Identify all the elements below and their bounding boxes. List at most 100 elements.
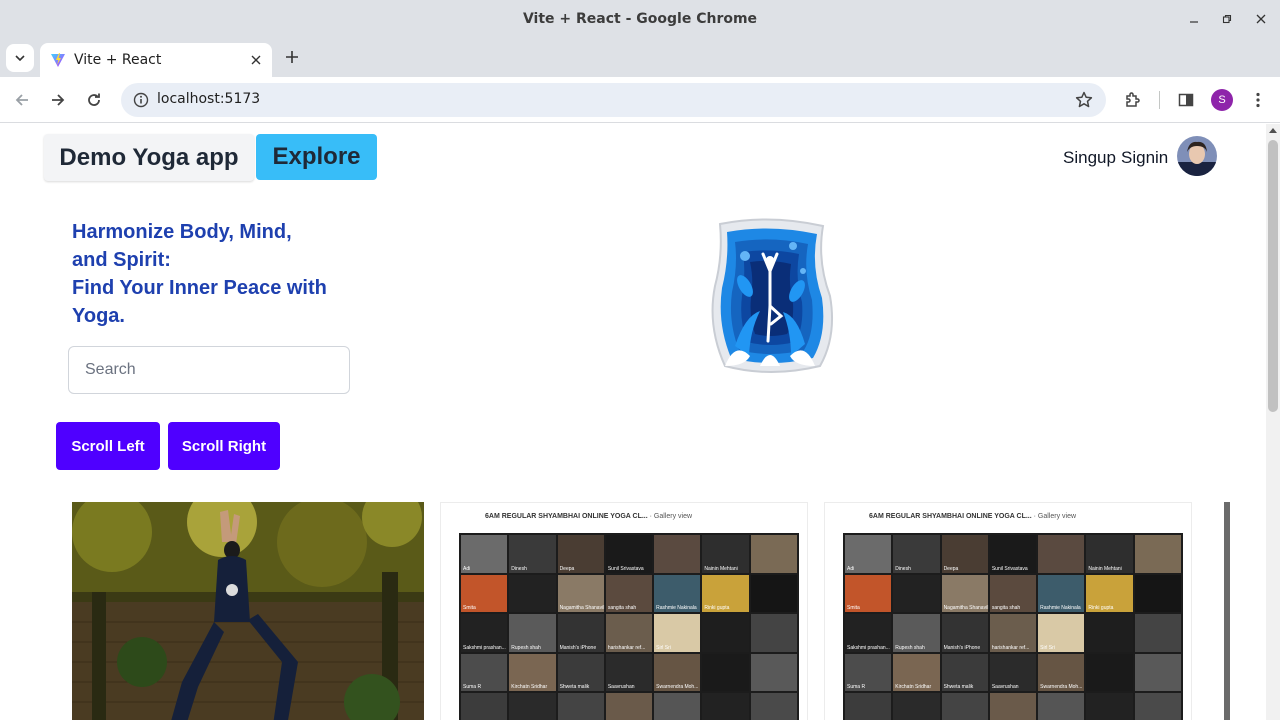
participant-tile: Suma R [845, 653, 892, 692]
page-scrollbar[interactable] [1266, 124, 1280, 720]
address-bar[interactable]: localhost:5173 [121, 83, 1106, 117]
participant-tile [1134, 614, 1181, 652]
participant-tile: Deepa [941, 535, 988, 573]
participant-name: Shweta malik [559, 684, 590, 691]
close-icon [251, 55, 261, 65]
participant-name: Rashmie Nakinala [1040, 605, 1081, 612]
headline-line: and Spirit: [72, 249, 171, 271]
gallery-video-card[interactable]: 6AM REGULAR SHYAMBHAI ONLINE YOGA CL... … [824, 502, 1192, 720]
reload-button[interactable] [80, 86, 108, 114]
chrome-menu-button[interactable] [1244, 86, 1272, 114]
participant-tile: Saavrushan [605, 653, 653, 692]
forward-button[interactable] [44, 86, 72, 114]
site-info-button[interactable] [129, 88, 153, 112]
participant-tile [509, 574, 556, 613]
participant-tile: sangita shah [605, 574, 653, 613]
participant-tile: Sunil Srivastava [605, 535, 653, 573]
participant-name: Smita [463, 605, 476, 612]
participant-name: sangita shah [991, 605, 1021, 612]
participant-tile [1086, 693, 1133, 720]
close-window-button[interactable] [1244, 0, 1278, 37]
participant-name: Manish's iPhone [559, 644, 597, 651]
participant-tile: Nainin Mehtani [1086, 535, 1133, 573]
participant-tile: Dinesh [509, 535, 556, 573]
restore-icon [1222, 14, 1232, 23]
yoga-pose-icon [711, 218, 833, 373]
participant-name: Manish's iPhone [943, 644, 981, 651]
participant-name: Nainin Mehtani [704, 565, 738, 572]
participant-tile: Dinesh [893, 535, 940, 573]
gallery-title: 6AM REGULAR SHYAMBHAI ONLINE YOGA CL... … [869, 513, 1076, 520]
partial-card[interactable] [1224, 502, 1230, 720]
participant-name: Rupesh shah [511, 644, 541, 651]
scroll-up-arrow[interactable] [1269, 128, 1277, 133]
gallery-title: 6AM REGULAR SHYAMBHAI ONLINE YOGA CL... … [485, 513, 692, 520]
headline-line: Harmonize Body, Mind, [72, 221, 292, 243]
search-input[interactable] [68, 346, 350, 394]
participant-tile [750, 614, 797, 652]
bookmark-button[interactable] [1072, 88, 1096, 112]
reload-icon [88, 93, 100, 106]
participant-tile [845, 693, 892, 720]
info-icon [133, 92, 149, 108]
participant-name: Suma R [847, 684, 866, 691]
close-tab-button[interactable] [248, 52, 264, 68]
gallery-view-label: · Gallery view [649, 513, 693, 520]
participant-name: Adi [847, 565, 855, 572]
headline-line: Yoga. [72, 305, 125, 327]
participant-tile: Rupesh shah [509, 614, 556, 652]
participant-name: Adi [463, 565, 471, 572]
participant-tile: Sakshmi prashan... [845, 614, 892, 652]
participant-tile: harishankar ref... [989, 614, 1037, 652]
restore-button[interactable] [1210, 0, 1244, 37]
url-text: localhost:5173 [157, 91, 261, 107]
scroll-right-button[interactable]: Scroll Right [168, 422, 280, 470]
minimize-button[interactable] [1177, 0, 1211, 37]
participant-tile: sangita shah [989, 574, 1037, 613]
participant-name: Rinki gupta [1088, 605, 1114, 612]
participant-name: Rinki gupta [704, 605, 730, 612]
scroll-left-button[interactable]: Scroll Left [56, 422, 160, 470]
brand-logo-button[interactable]: Demo Yoga app [44, 134, 254, 181]
gallery-video-card[interactable]: 6AM REGULAR SHYAMBHAI ONLINE YOGA CL... … [440, 502, 808, 720]
participant-tile [1134, 574, 1181, 613]
participant-tile [1134, 693, 1181, 720]
page-viewport: Demo Yoga app Explore Singup Signin Harm… [0, 124, 1266, 720]
tab-vite-react[interactable]: Vite + React [40, 43, 272, 77]
participant-tile [1134, 653, 1181, 692]
side-panel-button[interactable] [1172, 86, 1200, 114]
participant-tile: Smita [461, 574, 508, 613]
participant-tile: Shweta malik [941, 653, 988, 692]
participant-tile: Rupesh shah [893, 614, 940, 652]
participant-tile: Kirchatn Sridhar [509, 653, 556, 692]
participant-tile [893, 574, 940, 613]
participant-tile: Manish's iPhone [557, 614, 604, 652]
minimize-icon [1190, 20, 1198, 23]
new-tab-button[interactable] [280, 45, 304, 69]
participant-tile [605, 693, 653, 720]
user-avatar[interactable] [1177, 136, 1217, 176]
participant-tile: Kirchatn Sridhar [893, 653, 940, 692]
participant-tile: Nagamitha Shanavil [941, 574, 988, 613]
participant-tile: Rinki gupta [1086, 574, 1133, 613]
yoga-photo-card[interactable] [72, 502, 424, 720]
vite-logo-icon [51, 53, 65, 67]
arrow-right-icon [52, 94, 65, 106]
back-button[interactable] [8, 86, 36, 114]
tab-search-button[interactable] [6, 44, 34, 72]
gallery-view-label: · Gallery view [1033, 513, 1077, 520]
participant-name: Dinesh [895, 565, 911, 572]
participant-name: harishankar ref... [607, 644, 646, 651]
yoga-logo-illustration [705, 216, 835, 376]
profile-avatar-button[interactable]: S [1211, 89, 1233, 111]
participant-tile: Swarnendra Moh... [654, 653, 701, 692]
explore-button[interactable]: Explore [256, 134, 377, 180]
participant-name: Rupesh shah [895, 644, 925, 651]
extensions-button[interactable] [1119, 86, 1147, 114]
scrollbar-thumb[interactable] [1268, 140, 1278, 412]
signin-link[interactable]: Signin [1121, 148, 1168, 168]
signup-link[interactable]: Singup [1063, 148, 1116, 168]
participant-tile: Sakshmi prashan... [461, 614, 508, 652]
participant-grid: Adi Dinesh Deepa Sunil Srivastava Nainin Meh… [459, 533, 799, 720]
participant-name: Nainin Mehtani [1088, 565, 1122, 572]
